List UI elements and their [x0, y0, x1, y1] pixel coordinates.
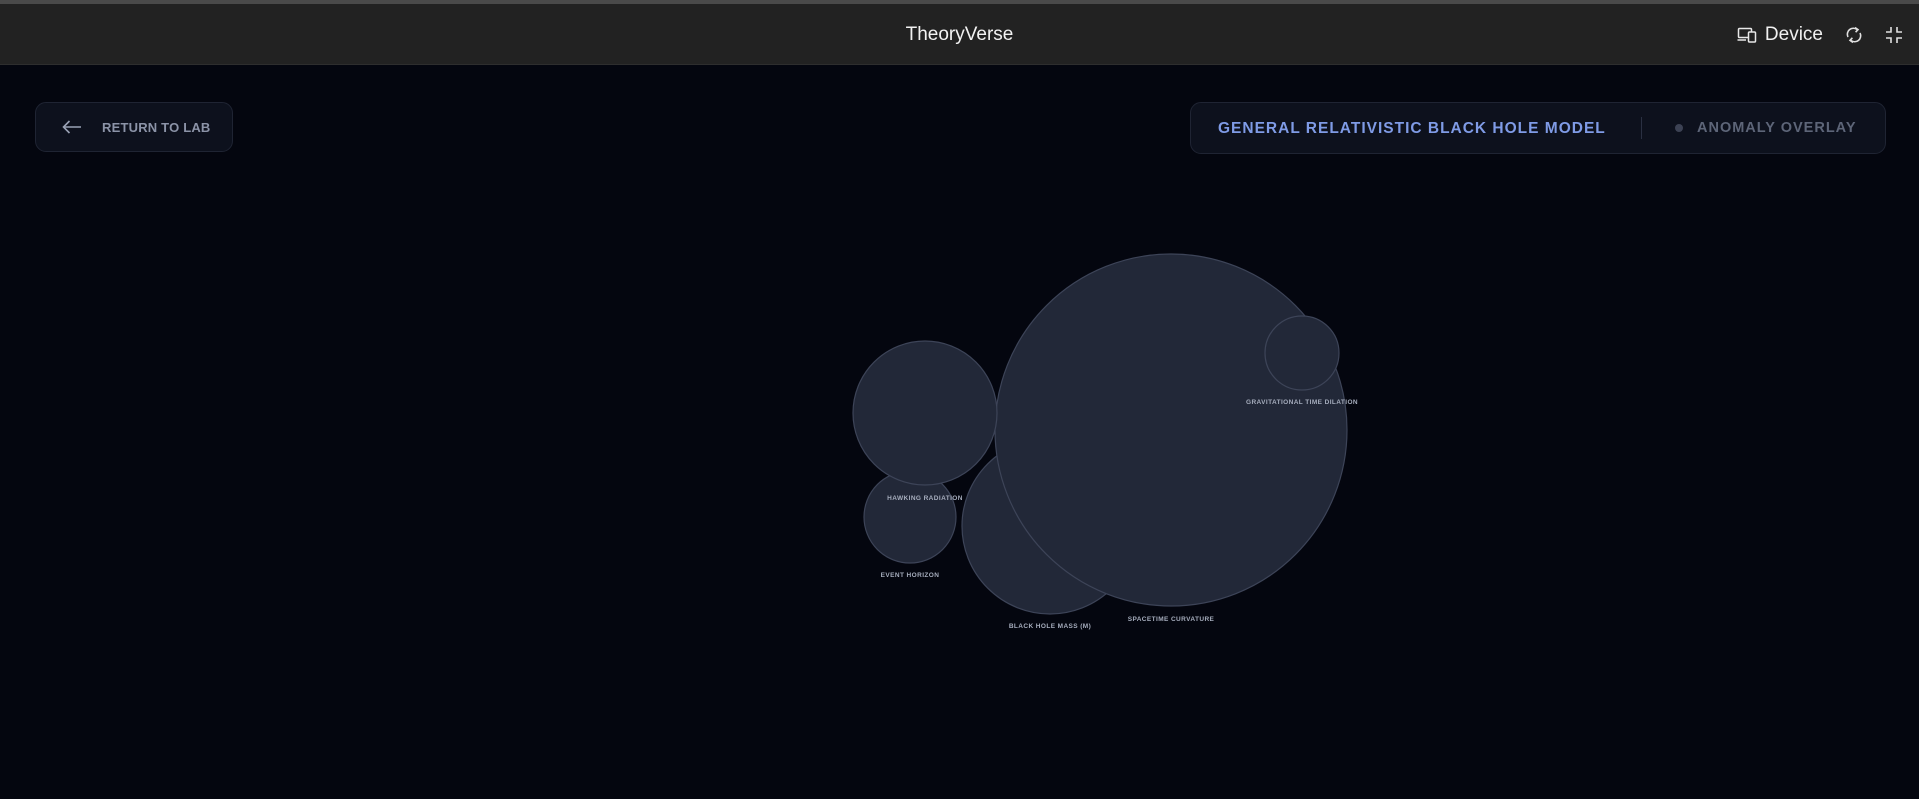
exit-fullscreen-icon[interactable]: [1885, 26, 1903, 44]
device-button[interactable]: Device: [1737, 24, 1823, 46]
bubble-hawking-radiation-circle[interactable]: [852, 340, 998, 486]
bubble-event-horizon[interactable]: EVENT HORIZON: [863, 470, 957, 579]
bubble-hawking-radiation[interactable]: HAWKING RADIATION: [852, 340, 998, 502]
bubble-spacetime-curvature-label: SPACETIME CURVATURE: [1128, 616, 1215, 623]
rotate-icon[interactable]: [1845, 26, 1863, 44]
device-icon: [1737, 27, 1757, 43]
title-bar: TheoryVerse Device: [0, 4, 1919, 65]
bubble-event-horizon-circle[interactable]: [863, 470, 957, 564]
bubble-black-hole-mass-label: BLACK HOLE MASS (M): [1009, 623, 1091, 630]
app-title: TheoryVerse: [905, 24, 1014, 45]
visualization-stage: RETURN TO LAB GENERAL RELATIVISTIC BLACK…: [0, 66, 1919, 799]
bubble-event-horizon-label: EVENT HORIZON: [881, 572, 940, 579]
concept-bubble-map: BLACK HOLE MASS (M) SPACETIME CURVATURE …: [852, 253, 1358, 630]
bubble-hawking-radiation-label: HAWKING RADIATION: [887, 495, 963, 502]
toolbar-controls: Device: [1737, 4, 1903, 65]
device-label: Device: [1764, 23, 1823, 45]
bubble-gravitational-time-dilation-circle[interactable]: [1264, 315, 1340, 391]
bubble-spacetime-curvature-circle[interactable]: [994, 253, 1348, 607]
bubble-gravitational-time-dilation-label: GRAVITATIONAL TIME DILATION: [1246, 399, 1358, 406]
